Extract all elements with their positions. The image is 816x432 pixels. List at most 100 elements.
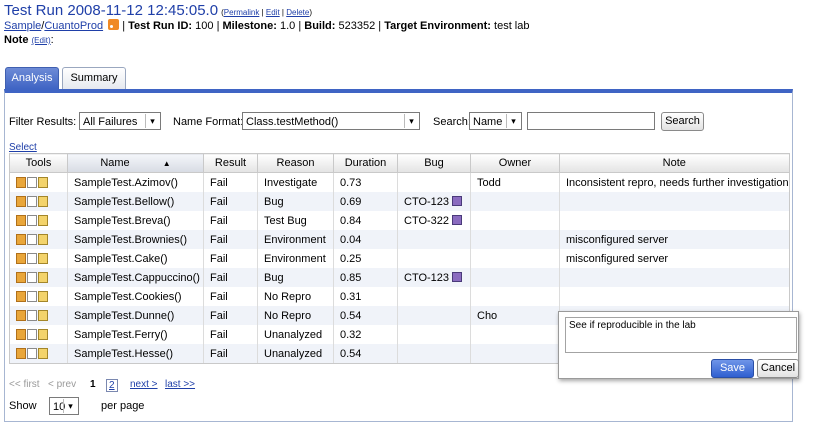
document-icon[interactable] (27, 347, 37, 359)
folder-icon[interactable] (16, 290, 26, 302)
reason-cell-text: Bug (264, 195, 284, 208)
breadcrumb-product[interactable]: CuantoProd (44, 20, 103, 32)
chevron-down-icon: ▾ (404, 114, 418, 128)
col-name[interactable]: Name ▲ (67, 153, 204, 173)
search-label: Search: (433, 116, 471, 128)
document-icon[interactable] (27, 271, 37, 283)
edit-icon[interactable] (38, 233, 48, 245)
duration-cell: 0.54 (333, 306, 398, 325)
select-link[interactable]: Select (9, 142, 37, 153)
folder-icon[interactable] (16, 214, 26, 226)
folder-icon[interactable] (16, 252, 26, 264)
duration-cell-text: 0.69 (340, 195, 362, 208)
bug-cell-text[interactable]: CTO-123 (404, 196, 449, 208)
tab-analysis[interactable]: Analysis (5, 67, 59, 89)
edit-icon[interactable] (38, 176, 48, 188)
delete-link[interactable]: Delete (286, 8, 309, 17)
document-icon[interactable] (27, 233, 37, 245)
reason-cell: Environment (257, 249, 334, 268)
search-input[interactable] (527, 112, 655, 130)
folder-icon[interactable] (16, 328, 26, 340)
folder-icon[interactable] (16, 309, 26, 321)
document-icon[interactable] (27, 252, 37, 264)
edit-icon[interactable] (38, 309, 48, 321)
col-duration[interactable]: Duration (333, 153, 398, 173)
name-format-label: Name Format: (173, 116, 244, 128)
test-name-cell: SampleTest.Dunne() (67, 306, 204, 325)
pager-last[interactable]: last >> (165, 379, 195, 390)
test-name-cell: SampleTest.Hesse() (67, 344, 204, 364)
note-textarea[interactable]: See if reproducible in the lab (565, 317, 797, 353)
per-page-label: per page (101, 400, 145, 412)
folder-icon[interactable] (16, 347, 26, 359)
edit-icon[interactable] (38, 214, 48, 226)
search-field-select[interactable]: Name ▾ (469, 112, 522, 130)
document-icon[interactable] (27, 328, 37, 340)
reason-cell: Unanalyzed (257, 325, 334, 344)
duration-cell-text: 0.31 (340, 290, 362, 303)
external-link-icon[interactable] (452, 271, 463, 282)
bug-cell: CTO-123 (397, 192, 471, 211)
owner-cell (470, 344, 560, 364)
rss-icon[interactable] (108, 19, 120, 30)
edit-icon[interactable] (38, 328, 48, 340)
breadcrumb-sample[interactable]: Sample (4, 20, 41, 32)
owner-cell-text: Cho (477, 309, 498, 322)
folder-icon[interactable] (16, 176, 26, 188)
result-cell: Fail (203, 172, 258, 192)
run-info: Sample/CuantoProd | Test Run ID: 100 | M… (4, 19, 530, 32)
external-link-icon[interactable] (452, 214, 463, 225)
note-edit-link[interactable]: (Edit) (32, 36, 51, 45)
document-icon[interactable] (27, 290, 37, 302)
document-icon[interactable] (27, 309, 37, 321)
test-name-cell: SampleTest.Cookies() (67, 287, 204, 306)
result-cell-text: Fail (210, 271, 228, 284)
edit-icon[interactable] (38, 271, 48, 283)
note-cell (559, 287, 790, 306)
folder-icon[interactable] (16, 195, 26, 207)
tab-summary[interactable]: Summary (62, 67, 126, 89)
col-tools[interactable]: Tools (9, 153, 68, 173)
folder-icon[interactable] (16, 233, 26, 245)
reason-cell: Test Bug (257, 211, 334, 230)
document-icon[interactable] (27, 176, 37, 188)
permalink-link[interactable]: Permalink (224, 8, 260, 17)
edit-link[interactable]: Edit (266, 8, 280, 17)
filter-results-select[interactable]: All Failures ▾ (79, 112, 161, 130)
result-cell-text: Fail (210, 252, 228, 265)
document-icon[interactable] (27, 195, 37, 207)
result-cell: Fail (203, 287, 258, 306)
edit-icon[interactable] (38, 252, 48, 264)
search-button[interactable]: Search (661, 112, 704, 131)
duration-cell-text: 0.04 (340, 233, 362, 246)
col-result[interactable]: Result (203, 153, 258, 173)
result-cell: Fail (203, 268, 258, 287)
name-format-select[interactable]: Class.testMethod() ▾ (242, 112, 420, 130)
document-icon[interactable] (27, 214, 37, 226)
bug-cell (397, 230, 471, 249)
folder-icon[interactable] (16, 271, 26, 283)
bug-cell-text[interactable]: CTO-123 (404, 272, 449, 284)
note-label: Note (4, 34, 29, 46)
reason-cell: Environment (257, 230, 334, 249)
table-row: SampleTest.Brownies() Fail Environment 0.04… (9, 230, 790, 249)
edit-icon[interactable] (38, 290, 48, 302)
col-bug[interactable]: Bug (397, 153, 471, 173)
owner-cell (470, 192, 560, 211)
pager-next[interactable]: next > (130, 379, 158, 390)
save-button[interactable]: Save (711, 359, 754, 378)
col-reason[interactable]: Reason (257, 153, 334, 173)
cancel-button[interactable]: Cancel (757, 359, 799, 378)
col-owner[interactable]: Owner (470, 153, 560, 173)
per-page-select[interactable]: 10 ▾ (49, 397, 79, 415)
edit-icon[interactable] (38, 195, 48, 207)
edit-icon[interactable] (38, 347, 48, 359)
result-cell-text: Fail (210, 214, 228, 227)
pager-page-2[interactable]: 2 (106, 379, 118, 392)
external-link-icon[interactable] (452, 195, 463, 206)
col-note[interactable]: Note (559, 153, 790, 173)
result-cell: Fail (203, 230, 258, 249)
bug-cell-text[interactable]: CTO-322 (404, 215, 449, 227)
note-cell (559, 211, 790, 230)
build: 523352 (338, 20, 376, 32)
